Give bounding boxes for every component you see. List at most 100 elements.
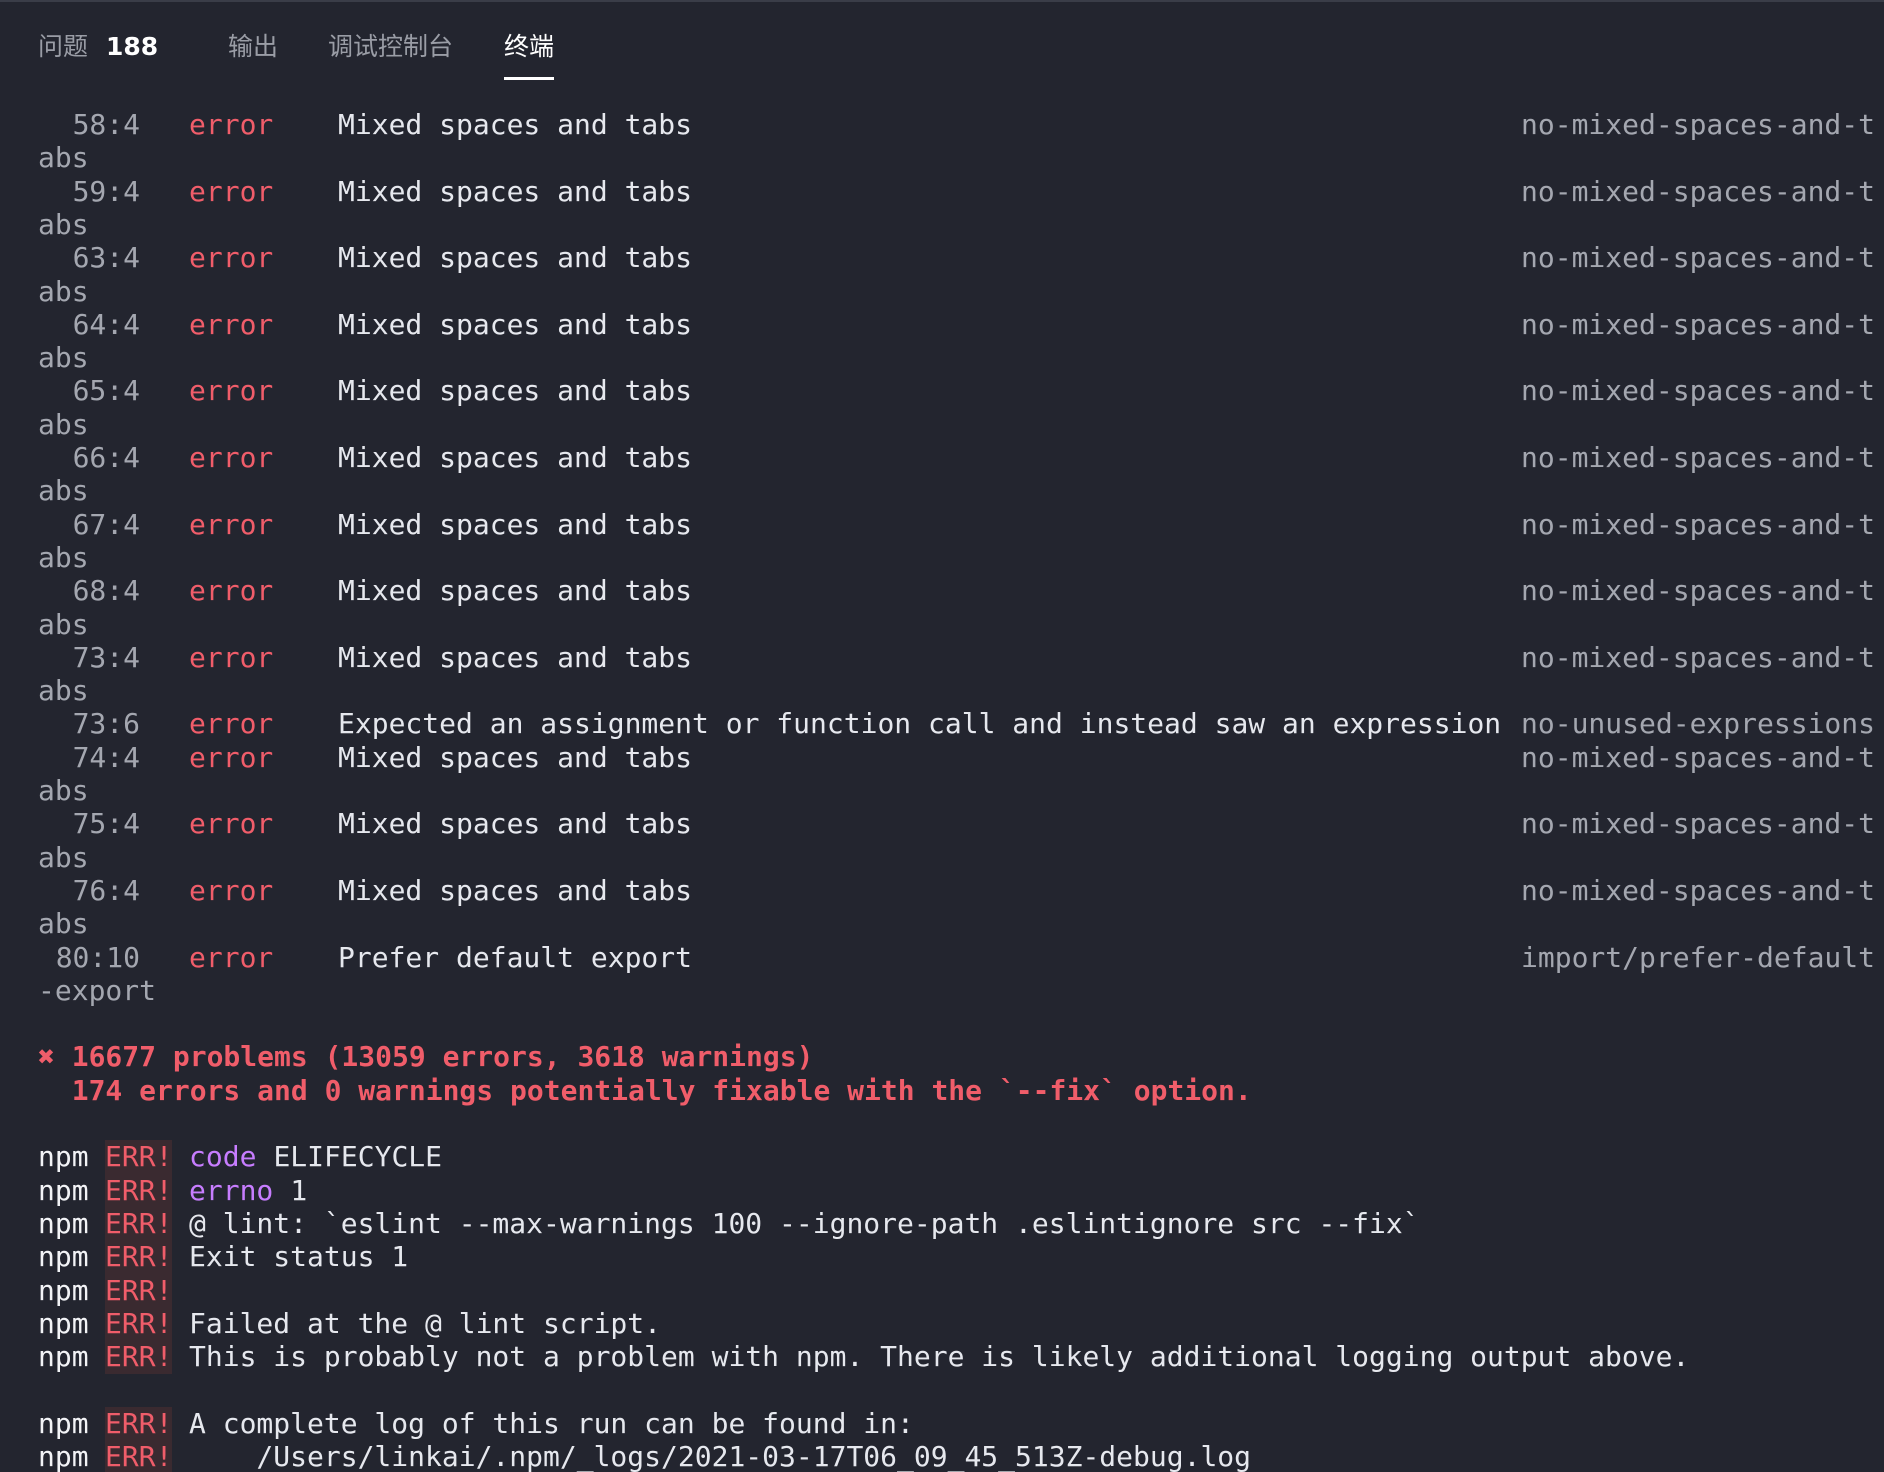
lint-position: 68:4	[72, 574, 140, 608]
lint-rule-wrap: abs	[0, 341, 1884, 375]
lint-rule: no-mixed-spaces-and-t	[1521, 640, 1876, 674]
npm-error-text: ELIFECYCLE	[256, 1140, 443, 1174]
npm-error-line: npm ERR! Failed at the @ lint script.	[0, 1306, 1884, 1341]
lint-rule-continuation: abs	[38, 407, 89, 441]
lint-rule: no-mixed-spaces-and-t	[1521, 574, 1876, 608]
npm-err-label: ERR!	[105, 1206, 173, 1241]
active-tab-indicator	[504, 77, 555, 80]
tab-problems[interactable]: 问题 188	[38, 30, 158, 80]
npm-err-label: ERR!	[105, 1406, 173, 1441]
lint-rule-continuation: abs	[38, 474, 89, 508]
lint-severity: error	[189, 174, 274, 208]
lint-rule-continuation: abs	[38, 207, 89, 241]
npm-error-key: code	[189, 1140, 257, 1174]
lint-rule-wrap: abs	[0, 907, 1884, 941]
npm-error-text: This is probably not a problem with npm.…	[189, 1340, 1690, 1374]
npm-prefix: npm	[38, 1306, 89, 1340]
npm-err-label: ERR!	[105, 1140, 173, 1175]
lint-severity: error	[189, 374, 274, 408]
lint-row: 74:4 error Mixed spaces and tabs no-mixed-s…	[0, 741, 1884, 775]
npm-error-line: npm ERR! errno 1	[0, 1173, 1884, 1208]
npm-prefix: npm	[38, 1340, 89, 1374]
lint-severity: error	[189, 807, 274, 841]
lint-rule-wrap: abs	[0, 208, 1884, 242]
lint-position: 58:4	[72, 108, 140, 141]
lint-rule: no-mixed-spaces-and-t	[1521, 241, 1876, 275]
lint-rule: no-mixed-spaces-and-t	[1521, 374, 1876, 408]
tab-output[interactable]: 输出	[228, 30, 278, 80]
panel-tab-bar: 问题 188 输出 调试控制台 终端	[0, 0, 1884, 92]
summary-fixable: 174 errors and 0 warnings potentially fi…	[0, 1074, 1884, 1108]
npm-error-text: 1	[273, 1173, 308, 1207]
lint-row: 75:4 error Mixed spaces and tabs no-mixed-s…	[0, 807, 1884, 841]
lint-rule: no-mixed-spaces-and-t	[1521, 174, 1876, 208]
lint-severity: error	[189, 574, 274, 608]
npm-error-line: npm ERR! /Users/linkai/.npm/_logs/2021-03…	[0, 1440, 1884, 1472]
lint-row: 73:4 error Mixed spaces and tabs no-mixed-s…	[0, 641, 1884, 675]
npm-error-text: @ lint: `eslint --max-warnings 100 --ign…	[189, 1206, 1420, 1240]
lint-message: Mixed spaces and tabs	[338, 307, 693, 341]
tab-problems-label: 问题	[38, 32, 89, 61]
lint-severity: error	[189, 740, 274, 774]
lint-rule: no-mixed-spaces-and-t	[1521, 441, 1876, 474]
lint-position: 64:4	[72, 307, 140, 341]
npm-error-text: /Users/linkai/.npm/_logs/2021-03-17T06_0…	[189, 1440, 1252, 1472]
npm-prefix: npm	[38, 1206, 89, 1240]
lint-position: 67:4	[72, 507, 140, 541]
lint-message: Mixed spaces and tabs	[338, 574, 693, 608]
tab-output-label: 输出	[228, 32, 279, 61]
lint-rule-wrap: abs	[0, 474, 1884, 508]
lint-row: 80:10 error Prefer default export import/pr…	[0, 941, 1884, 975]
lint-rule: no-mixed-spaces-and-t	[1521, 307, 1876, 341]
tab-terminal[interactable]: 终端	[504, 30, 555, 80]
npm-err-label: ERR!	[105, 1240, 173, 1275]
lint-position: 73:6	[72, 707, 140, 741]
lint-severity: error	[189, 873, 274, 907]
lint-rule-wrap: abs	[0, 141, 1884, 175]
npm-err-label: ERR!	[105, 1306, 173, 1341]
summary-line-1: ✖ 16677 problems (13059 errors, 3618 war…	[38, 1040, 814, 1074]
npm-error-line: npm ERR! code ELIFECYCLE	[0, 1140, 1884, 1175]
lint-rule: no-mixed-spaces-and-t	[1521, 873, 1876, 907]
lint-position: 74:4	[72, 740, 140, 774]
terminal-output[interactable]: 58:4 error Mixed spaces and tabs no-mixed-s…	[0, 94, 1884, 1472]
lint-row: 65:4 error Mixed spaces and tabs no-mixed-s…	[0, 374, 1884, 408]
lint-message: Prefer default export	[338, 940, 693, 974]
lint-position: 63:4	[72, 241, 140, 275]
lint-severity: error	[189, 307, 274, 341]
npm-prefix: npm	[38, 1273, 89, 1307]
lint-row: 58:4 error Mixed spaces and tabs no-mixed-s…	[0, 108, 1884, 142]
lint-row: 68:4 error Mixed spaces and tabs no-mixed-s…	[0, 574, 1884, 608]
npm-prefix: npm	[38, 1406, 89, 1440]
lint-row: 76:4 error Mixed spaces and tabs no-mixed-s…	[0, 874, 1884, 908]
npm-error-line: npm ERR! Exit status 1	[0, 1240, 1884, 1275]
lint-message: Mixed spaces and tabs	[338, 740, 693, 774]
lint-rule-wrap: abs	[0, 841, 1884, 875]
lint-rule-continuation: abs	[38, 840, 89, 874]
lint-severity: error	[189, 108, 274, 141]
lint-rule-wrap: abs	[0, 541, 1884, 575]
tab-debug-console-label: 调试控制台	[328, 32, 454, 61]
npm-prefix: npm	[38, 1140, 89, 1174]
lint-rule-wrap: -export	[0, 974, 1884, 1008]
lint-rule-continuation: abs	[38, 274, 89, 308]
lint-rule: import/prefer-default	[1521, 940, 1876, 974]
lint-position: 73:4	[72, 640, 140, 674]
lint-message: Mixed spaces and tabs	[338, 873, 693, 907]
lint-position: 75:4	[72, 807, 140, 841]
lint-rule-wrap: abs	[0, 275, 1884, 309]
npm-error-text: A complete log of this run can be found …	[189, 1406, 914, 1440]
lint-rule-continuation: abs	[38, 774, 89, 807]
lint-row: 63:4 error Mixed spaces and tabs no-mixed-s…	[0, 241, 1884, 275]
lint-position: 66:4	[72, 441, 140, 474]
tab-debug-console[interactable]: 调试控制台	[328, 30, 453, 80]
lint-severity: error	[189, 507, 274, 541]
lint-position: 65:4	[72, 374, 140, 408]
lint-rule-continuation: abs	[38, 907, 89, 941]
lint-row: 64:4 error Mixed spaces and tabs no-mixed-s…	[0, 308, 1884, 342]
lint-row: 67:4 error Mixed spaces and tabs no-mixed-s…	[0, 508, 1884, 542]
lint-rule: no-mixed-spaces-and-t	[1521, 507, 1876, 541]
lint-severity: error	[189, 707, 274, 741]
lint-message: Mixed spaces and tabs	[338, 241, 693, 275]
lint-row: 66:4 error Mixed spaces and tabs no-mixed-s…	[0, 441, 1884, 475]
